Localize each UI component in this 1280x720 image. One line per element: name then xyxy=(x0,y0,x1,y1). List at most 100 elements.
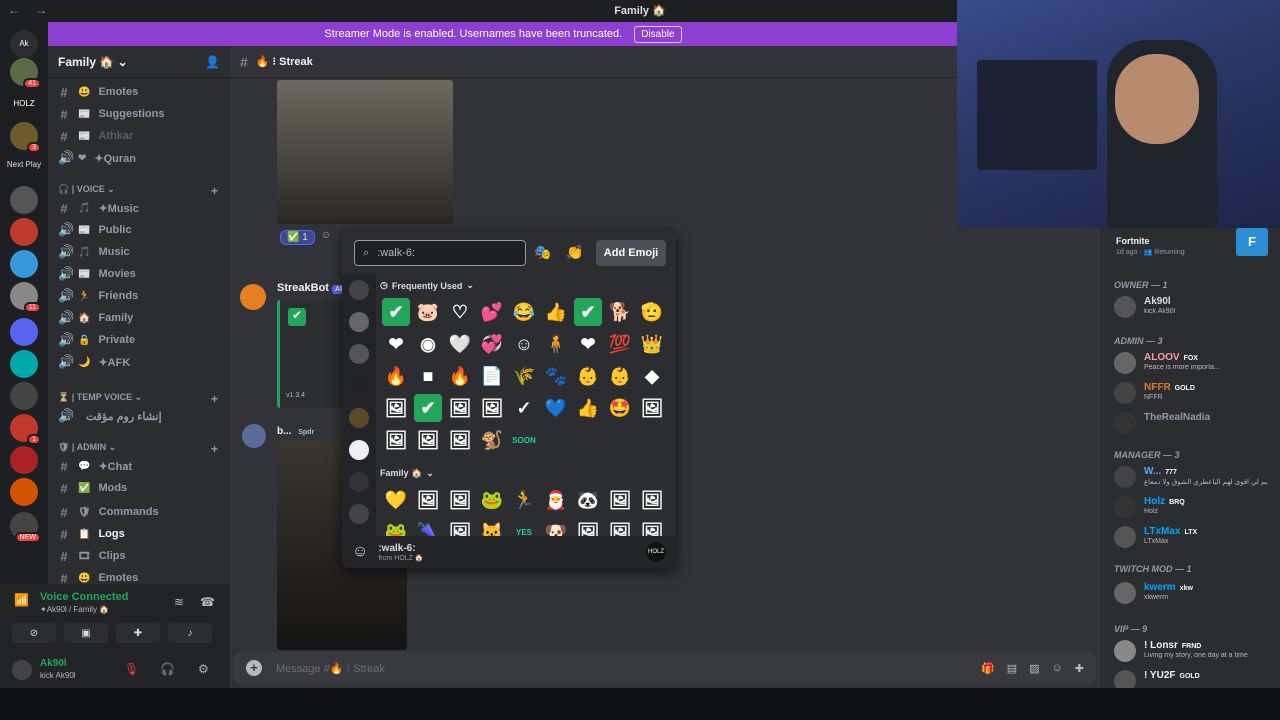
settings-gear-icon[interactable]: ⚙ xyxy=(198,662,209,676)
member-item[interactable]: LTxMax LTX LTxMax xyxy=(1114,524,1274,554)
emoji-button[interactable]: 🖼 xyxy=(382,394,410,422)
deafened-icon[interactable]: 🎧 xyxy=(160,662,175,676)
channel-item[interactable]: 🔊 🌙 ✦AFK xyxy=(58,352,218,372)
server-icon[interactable]: 1 xyxy=(10,414,41,445)
member-item[interactable]: W... 777 يم لي اقوى لهم الياعطري الشوق ولا… xyxy=(1114,464,1274,494)
picker-server-icon[interactable] xyxy=(349,376,369,396)
emoji-button[interactable]: ◉ xyxy=(414,330,442,358)
emoji-button[interactable]: 🐷 xyxy=(414,298,442,326)
server-icon[interactable] xyxy=(10,250,38,278)
channel-item[interactable]: 🔊 ❤ ✦Quran xyxy=(58,148,218,168)
emoji-button[interactable]: 🌾 xyxy=(510,362,538,390)
emoji-icon[interactable]: ☺ xyxy=(1052,662,1063,675)
noise-suppression-icon[interactable]: ≋ xyxy=(174,595,184,609)
channel-item[interactable]: 🔊 🏠 Family xyxy=(58,308,218,328)
server-icon[interactable] xyxy=(10,446,38,474)
emoji-button[interactable]: 👍 xyxy=(574,394,602,422)
sticker-icon[interactable]: ▨ xyxy=(1029,662,1039,675)
emoji-button[interactable]: SOON xyxy=(510,426,538,454)
message-input[interactable]: Message #🔥 ⁝ Streak xyxy=(276,662,385,675)
emoji-button[interactable]: 🖼 xyxy=(638,486,666,514)
channel-item[interactable]: 🔊 إنشاء روم مؤقت xyxy=(58,406,218,426)
emoji-button[interactable]: 🖼 xyxy=(414,486,442,514)
emoji-button[interactable]: ❤ xyxy=(382,330,410,358)
member-item[interactable]: NFFR GOLD NFFR xyxy=(1114,380,1274,410)
emoji-button[interactable]: 🔥 xyxy=(382,362,410,390)
add-reaction-icon[interactable]: ☺ xyxy=(321,230,331,245)
emoji-button[interactable]: 💙 xyxy=(542,394,570,422)
emoji-button[interactable]: 🐾 xyxy=(542,362,570,390)
server-icon[interactable]: 41 xyxy=(10,58,41,89)
picker-server-icon[interactable] xyxy=(349,280,369,300)
search-input[interactable]: :walk-6: xyxy=(377,247,415,259)
channel-category[interactable]: ⏳ | TEMP VOICE ⌄ + xyxy=(58,392,218,406)
user-avatar[interactable] xyxy=(242,424,266,448)
channel-item[interactable]: # 💬 ✦Chat xyxy=(58,456,218,476)
channel-item[interactable]: # 📋 Logs xyxy=(58,524,218,544)
picker-server-icon[interactable] xyxy=(349,344,369,364)
avatar[interactable] xyxy=(12,660,32,680)
add-channel-icon[interactable]: + xyxy=(211,442,218,456)
activity-card[interactable]: Fortnite 1d ago · 👥 Returning F xyxy=(1100,228,1280,258)
server-icon[interactable] xyxy=(10,318,38,346)
server-icon[interactable] xyxy=(10,186,38,214)
add-user-icon[interactable]: 👤 xyxy=(205,55,220,69)
screen-share-button[interactable]: ▣ xyxy=(64,623,108,643)
emoji-button[interactable]: ■ xyxy=(414,362,442,390)
author-name[interactable]: b... xyxy=(277,426,291,437)
member-item[interactable]: kwerm xkw xkwerm xyxy=(1114,580,1274,610)
emoji-button[interactable]: 🖼 xyxy=(446,394,474,422)
emoji-button[interactable]: 🤍 xyxy=(446,330,474,358)
emoji-button[interactable]: 🔥 xyxy=(446,362,474,390)
channel-item[interactable]: # 📰 Suggestions xyxy=(58,104,218,124)
reaction-check[interactable]: ✅ 1 xyxy=(280,230,315,245)
add-emoji-button[interactable]: Add Emoji xyxy=(596,240,666,266)
picker-server-icon[interactable] xyxy=(349,312,369,332)
server-icon[interactable]: 3 xyxy=(10,122,41,153)
emoji-button[interactable]: ✔ xyxy=(574,298,602,326)
soundboard-button[interactable]: ♪ xyxy=(168,623,212,643)
emoji-button[interactable]: 💕 xyxy=(478,298,506,326)
emoji-button[interactable]: 👑 xyxy=(638,330,666,358)
server-icon[interactable] xyxy=(10,218,38,246)
channel-item[interactable]: # 📰 Athkar xyxy=(58,126,218,146)
server-icon[interactable]: 11 xyxy=(10,282,41,313)
emoji-button[interactable]: 🖼 xyxy=(446,486,474,514)
gif-icon[interactable]: ▤ xyxy=(1007,662,1017,675)
emoji-button[interactable]: 🖼 xyxy=(606,486,634,514)
emoji-button[interactable]: 🐒 xyxy=(478,426,506,454)
emoji-button[interactable]: 🖼 xyxy=(478,394,506,422)
server-icon[interactable]: NEW xyxy=(10,512,41,543)
emoji-button[interactable]: 😂 xyxy=(510,298,538,326)
emoji-button[interactable]: ♡ xyxy=(446,298,474,326)
add-attachment-icon[interactable]: + xyxy=(246,660,262,676)
emoji-button[interactable]: 🖼 xyxy=(638,394,666,422)
picker-server-icon[interactable] xyxy=(349,504,369,524)
channel-item[interactable]: 🔊 📰 Movies xyxy=(58,264,218,284)
voice-channel[interactable]: ✦Ak90l / Family 🏠 xyxy=(40,605,109,614)
emoji-button[interactable]: 🐼 xyxy=(574,486,602,514)
emoji-button[interactable]: 💛 xyxy=(382,486,410,514)
emoji-button[interactable]: 🐸 xyxy=(478,486,506,514)
emoji-button[interactable]: 🖼 xyxy=(446,426,474,454)
channel-category[interactable]: 🎧 | VOICE ⌄ + xyxy=(58,184,218,198)
channel-item[interactable]: # 🛡 Commands xyxy=(58,502,218,522)
add-channel-icon[interactable]: + xyxy=(211,392,218,406)
emoji-button[interactable]: 🧍 xyxy=(542,330,570,358)
emoji-button[interactable]: ❤ xyxy=(574,330,602,358)
camera-off-button[interactable]: ⊘ xyxy=(12,623,56,643)
emoji-button[interactable]: 🏃 xyxy=(510,486,538,514)
emoji-button[interactable]: ◆ xyxy=(638,362,666,390)
activities-button[interactable]: ✚ xyxy=(116,623,160,643)
channel-item[interactable]: 🔊 🏃 Friends xyxy=(58,286,218,306)
frequently-used-header[interactable]: ◷ Frequently Used ⌄ xyxy=(380,280,474,291)
member-item[interactable]: Ak90l kick Ak90l xyxy=(1114,294,1274,324)
apps-icon[interactable]: ✚ xyxy=(1075,662,1084,675)
emoji-button[interactable]: ✓ xyxy=(510,394,538,422)
channel-item[interactable]: # ✅ Mods xyxy=(58,478,218,498)
emoji-button[interactable]: 💯 xyxy=(606,330,634,358)
emoji-button[interactable]: 🫡 xyxy=(638,298,666,326)
emoji-button[interactable]: 👍 xyxy=(542,298,570,326)
server-icon[interactable]: HOLZ xyxy=(10,90,38,118)
server-header[interactable]: Family 🏠 ⌄ 👤 xyxy=(48,46,230,78)
